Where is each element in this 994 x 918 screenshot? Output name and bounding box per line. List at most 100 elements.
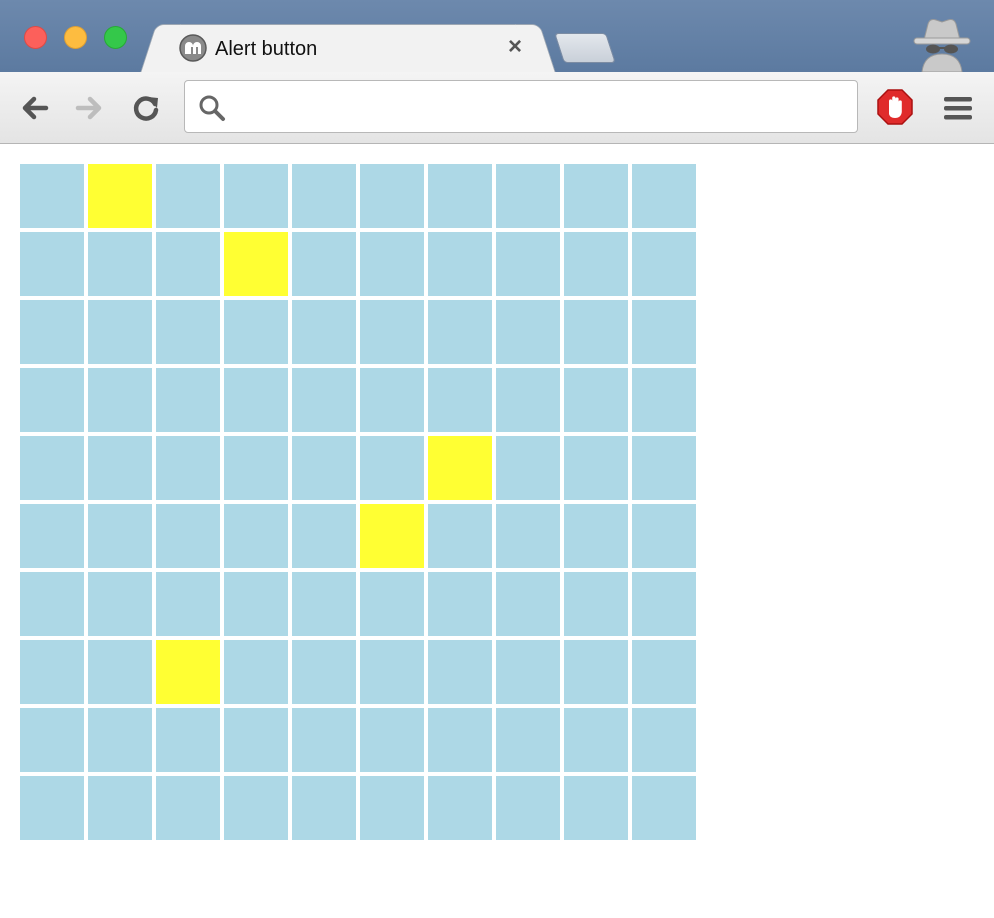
grid-cell[interactable] (428, 232, 492, 296)
grid-cell[interactable] (156, 776, 220, 840)
grid-cell[interactable] (496, 640, 560, 704)
grid-cell[interactable] (564, 572, 628, 636)
grid-cell[interactable] (292, 164, 356, 228)
grid-cell[interactable] (224, 368, 288, 432)
grid-cell[interactable] (360, 436, 424, 500)
grid-cell[interactable] (428, 776, 492, 840)
grid-cell[interactable] (564, 776, 628, 840)
grid-cell[interactable] (88, 708, 152, 772)
grid-cell[interactable] (428, 572, 492, 636)
grid-cell[interactable] (632, 436, 696, 500)
grid-cell[interactable] (156, 164, 220, 228)
grid-cell[interactable] (156, 300, 220, 364)
grid-cell[interactable] (496, 164, 560, 228)
grid-cell[interactable] (20, 572, 84, 636)
grid-cell[interactable] (292, 368, 356, 432)
grid-cell[interactable] (360, 640, 424, 704)
grid-cell[interactable] (564, 232, 628, 296)
tab-active[interactable]: Alert button × (160, 24, 536, 72)
grid-cell[interactable] (20, 368, 84, 432)
grid-cell[interactable] (224, 164, 288, 228)
grid-cell[interactable] (564, 708, 628, 772)
grid-cell[interactable] (360, 300, 424, 364)
back-arrow-icon[interactable] (16, 90, 52, 126)
grid-cell[interactable] (88, 436, 152, 500)
tab-close-icon[interactable]: × (503, 35, 527, 59)
grid-cell[interactable] (224, 776, 288, 840)
grid-cell[interactable] (224, 300, 288, 364)
grid-cell-highlighted[interactable] (360, 504, 424, 568)
grid-cell[interactable] (496, 368, 560, 432)
grid-cell[interactable] (292, 436, 356, 500)
grid-cell[interactable] (88, 640, 152, 704)
grid-cell[interactable] (292, 640, 356, 704)
window-zoom-button[interactable] (104, 26, 127, 49)
grid-cell[interactable] (88, 504, 152, 568)
grid-cell[interactable] (88, 232, 152, 296)
grid-cell[interactable] (632, 232, 696, 296)
grid-cell[interactable] (496, 300, 560, 364)
grid-cell[interactable] (88, 368, 152, 432)
grid-cell[interactable] (360, 708, 424, 772)
grid-cell[interactable] (292, 504, 356, 568)
grid-cell[interactable] (360, 232, 424, 296)
grid-cell[interactable] (496, 504, 560, 568)
grid-cell[interactable] (20, 164, 84, 228)
grid-cell-highlighted[interactable] (156, 640, 220, 704)
grid-cell[interactable] (156, 368, 220, 432)
grid-cell[interactable] (564, 640, 628, 704)
grid-cell[interactable] (20, 504, 84, 568)
grid-cell[interactable] (360, 164, 424, 228)
grid-cell[interactable] (224, 640, 288, 704)
adblock-icon[interactable] (876, 88, 914, 126)
grid-cell[interactable] (632, 164, 696, 228)
grid-cell[interactable] (292, 572, 356, 636)
grid-cell[interactable] (564, 164, 628, 228)
grid-cell-highlighted[interactable] (88, 164, 152, 228)
grid-cell[interactable] (564, 368, 628, 432)
window-minimize-button[interactable] (64, 26, 87, 49)
grid-cell[interactable] (20, 708, 84, 772)
grid-cell[interactable] (428, 368, 492, 432)
grid-cell[interactable] (156, 436, 220, 500)
grid-cell-highlighted[interactable] (428, 436, 492, 500)
grid-cell[interactable] (88, 776, 152, 840)
grid-cell[interactable] (156, 708, 220, 772)
grid-cell[interactable] (428, 164, 492, 228)
reload-icon[interactable] (128, 90, 164, 126)
grid-cell[interactable] (564, 504, 628, 568)
grid-cell[interactable] (428, 300, 492, 364)
grid-cell[interactable] (224, 504, 288, 568)
grid-cell[interactable] (292, 232, 356, 296)
grid-cell[interactable] (632, 572, 696, 636)
grid-cell[interactable] (156, 232, 220, 296)
grid-cell[interactable] (88, 572, 152, 636)
window-close-button[interactable] (24, 26, 47, 49)
grid-cell[interactable] (428, 504, 492, 568)
grid-cell[interactable] (632, 368, 696, 432)
grid-cell[interactable] (564, 300, 628, 364)
grid-cell[interactable] (632, 504, 696, 568)
grid-cell[interactable] (632, 708, 696, 772)
grid-cell[interactable] (292, 708, 356, 772)
grid-cell[interactable] (428, 640, 492, 704)
grid-cell[interactable] (20, 300, 84, 364)
grid-cell[interactable] (564, 436, 628, 500)
grid-cell[interactable] (156, 572, 220, 636)
grid-cell[interactable] (292, 776, 356, 840)
grid-cell[interactable] (428, 708, 492, 772)
grid-cell[interactable] (360, 368, 424, 432)
grid-cell[interactable] (360, 776, 424, 840)
forward-arrow-icon[interactable] (72, 90, 108, 126)
grid-cell[interactable] (496, 436, 560, 500)
grid-cell[interactable] (496, 776, 560, 840)
grid-cell[interactable] (20, 436, 84, 500)
grid-cell[interactable] (632, 300, 696, 364)
grid-cell[interactable] (496, 232, 560, 296)
menu-icon[interactable] (942, 92, 974, 124)
grid-cell[interactable] (20, 776, 84, 840)
grid-cell[interactable] (224, 436, 288, 500)
grid-cell[interactable] (88, 300, 152, 364)
grid-cell[interactable] (292, 300, 356, 364)
grid-cell[interactable] (632, 640, 696, 704)
